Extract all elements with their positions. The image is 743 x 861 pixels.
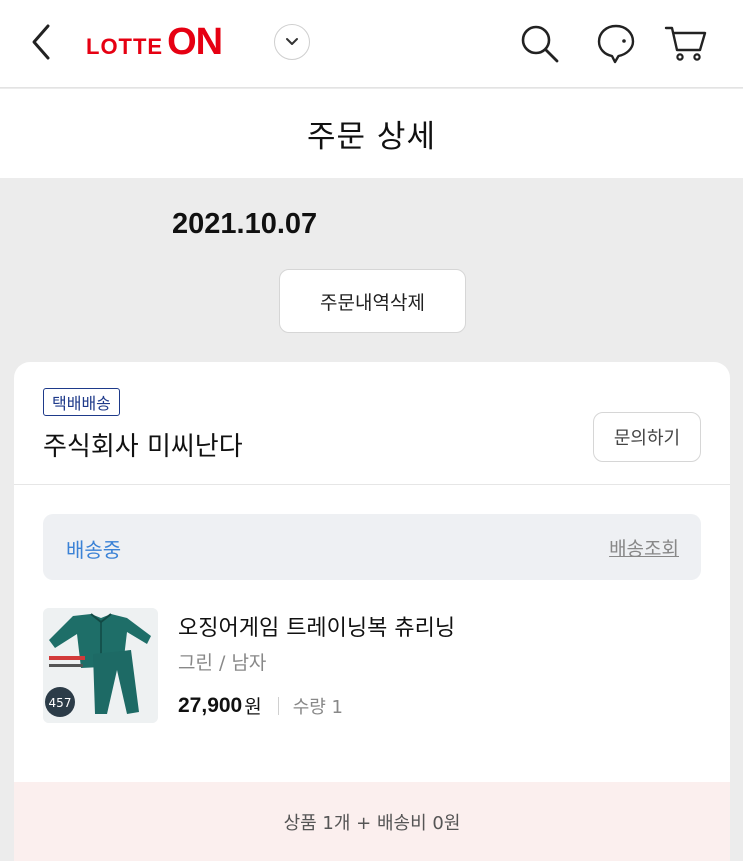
product-option: 그린 / 남자 [178,652,267,674]
inquiry-button[interactable]: 문의하기 [593,412,701,462]
back-arrow-icon [32,24,50,60]
delete-order-button[interactable]: 주문내역삭제 [279,269,466,333]
order-summary-bar: 상품 1개 + 배송비 0원 [14,782,730,861]
tracksuit-image: 457 [43,608,158,723]
track-delivery-link[interactable]: 배송조회 [609,534,679,561]
seller-name: 주식회사 미씨난다 [43,432,243,462]
page-title-bar: 주문 상세 [0,89,743,178]
image-badge-number: 457 [49,696,72,710]
product-image[interactable]: 457 [43,608,158,723]
chat-bubble-icon [597,24,635,64]
delivery-status: 배송중 [66,538,122,562]
cart-button[interactable] [664,22,707,64]
cart-icon [664,26,707,61]
top-bar: LOTTE ON [0,0,743,88]
order-date: 2021.10.07 [172,208,318,240]
search-button[interactable] [518,22,560,64]
chevron-down-icon [286,38,298,45]
delivery-type-badge: 택배배송 [43,388,120,416]
back-button[interactable] [24,20,60,64]
search-icon [521,25,559,63]
product-price: 27,900 [178,693,243,717]
divider [14,484,730,485]
delivery-status-box: 배송중 배송조회 [43,514,701,580]
price-unit: 원 [244,696,262,718]
price-row: 27,900 원 수량 1 [178,692,343,719]
lotte-on-logo[interactable]: LOTTE ON [86,20,223,64]
logo-on-text: ON [167,21,223,63]
page-title: 주문 상세 [307,119,436,155]
product-name[interactable]: 오징어게임 트레이닝복 츄리닝 [178,610,455,642]
logo-lotte-text: LOTTE [86,34,164,59]
order-card: 택배배송 주식회사 미씨난다 문의하기 배송중 배송조회 457 오징어게임 트… [14,362,730,861]
price-divider [277,696,279,715]
order-summary: 상품 1개 + 배송비 0원 [283,812,461,834]
product-quantity: 수량 1 [292,696,344,718]
service-menu-toggle[interactable] [274,24,310,60]
chat-button[interactable] [595,22,637,64]
